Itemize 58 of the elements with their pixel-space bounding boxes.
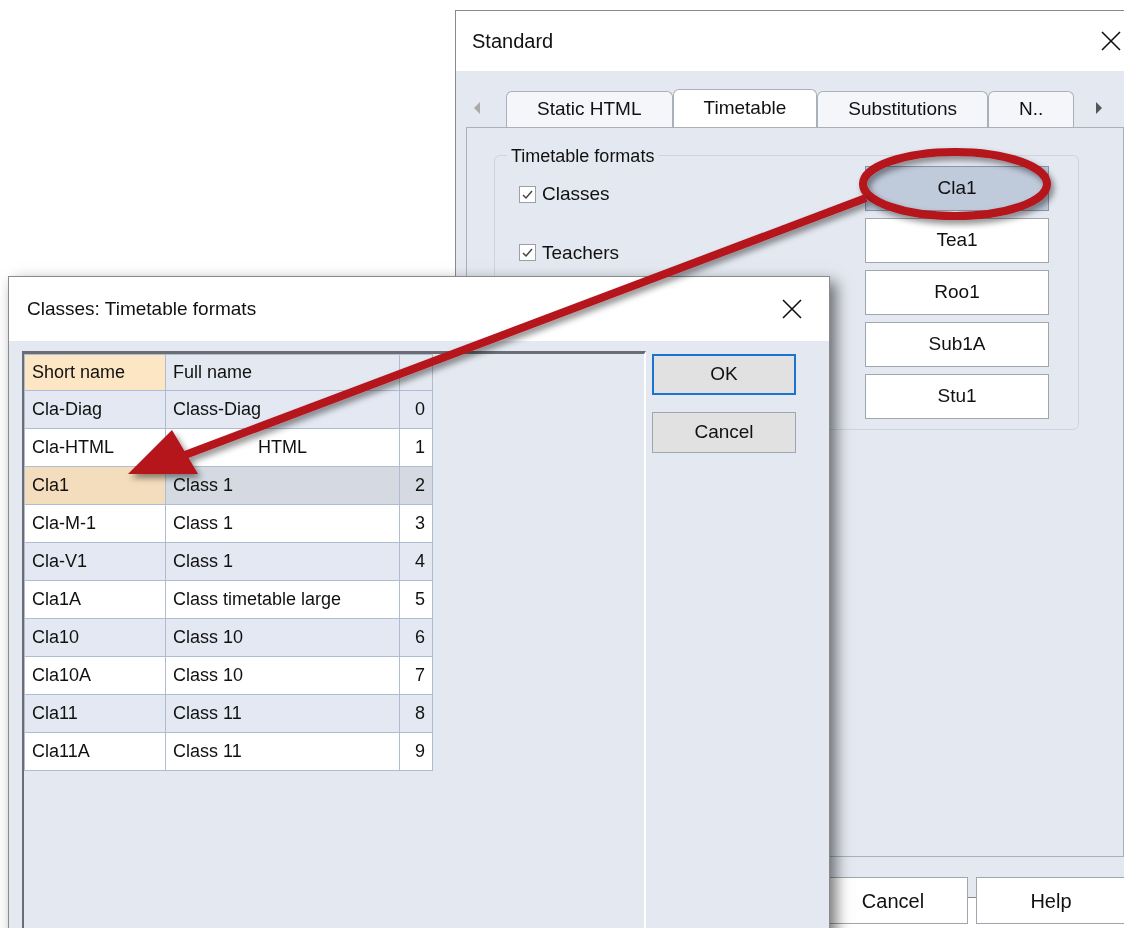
- checkmark-icon: [521, 246, 534, 260]
- format-button[interactable]: Tea1: [865, 218, 1049, 263]
- table-cell: Class 11: [165, 732, 400, 771]
- table-cell: 9: [399, 732, 433, 771]
- table-cell: Cla10: [24, 618, 166, 657]
- table-cell: Cla11: [24, 694, 166, 733]
- checkbox[interactable]: [519, 244, 536, 262]
- close-icon[interactable]: [1100, 30, 1122, 52]
- tab[interactable]: Substitutions: [817, 91, 989, 127]
- window-title: Classes: Timetable formats: [27, 296, 257, 321]
- table-cell: Cla11A: [24, 732, 166, 771]
- table-row[interactable]: Cla1A Class timetable large 5: [24, 580, 433, 619]
- format-button[interactable]: Sub1A: [865, 322, 1049, 367]
- column-header[interactable]: Full name: [165, 354, 400, 391]
- close-icon[interactable]: [781, 298, 803, 320]
- window-title: Standard: [472, 29, 554, 54]
- tab[interactable]: N..: [988, 91, 1075, 127]
- table-cell: Cla-V1: [24, 542, 166, 581]
- table-cell: Class timetable large: [165, 580, 400, 619]
- format-button[interactable]: Stu1: [865, 374, 1049, 419]
- table-row[interactable]: Cla10 Class 10 6: [24, 618, 433, 657]
- table-cell: Cla10A: [24, 656, 166, 695]
- tab[interactable]: Static HTML: [506, 91, 673, 127]
- table-cell: 2: [399, 466, 433, 505]
- table-cell: Class 10: [165, 618, 400, 657]
- table-cell: Class 1: [165, 504, 400, 543]
- table-cell: 8: [399, 694, 433, 733]
- table-cell: Class-Diag: [165, 390, 400, 429]
- table-cell: 3: [399, 504, 433, 543]
- checkbox-label: Classes: [542, 182, 610, 206]
- table-cell: 5: [399, 580, 433, 619]
- table-row[interactable]: Cla-V1 Class 1 4: [24, 542, 433, 581]
- table-cell: Cla-Diag: [24, 390, 166, 429]
- table-cell: 6: [399, 618, 433, 657]
- table-row[interactable]: Cla-M-1 Class 1 3: [24, 504, 433, 543]
- table-row[interactable]: Cla11 Class 11 8: [24, 694, 433, 733]
- dialog-button[interactable]: Cancel: [652, 412, 796, 453]
- dialog-button[interactable]: Help: [976, 877, 1124, 924]
- table-cell: 4: [399, 542, 433, 581]
- table-cell: Cla1: [24, 466, 166, 505]
- column-header[interactable]: Short name: [24, 354, 166, 391]
- table-cell: 1: [399, 428, 433, 467]
- checkbox[interactable]: [519, 185, 536, 203]
- table-cell: Cla1A: [24, 580, 166, 619]
- dialog-button[interactable]: OK: [652, 354, 796, 395]
- table-cell: Class 11: [165, 694, 400, 733]
- table-cell: 0: [399, 390, 433, 429]
- table-cell: Cla-M-1: [24, 504, 166, 543]
- format-button[interactable]: Roo1: [865, 270, 1049, 315]
- table-cell: Class 1: [165, 542, 400, 581]
- table-row[interactable]: Cla11A Class 11 9: [24, 732, 433, 771]
- tab[interactable]: Timetable: [672, 89, 818, 127]
- table-row[interactable]: Cla10A Class 10 7: [24, 656, 433, 695]
- table-cell: 7: [399, 656, 433, 695]
- scroll-right-icon[interactable]: [1094, 101, 1105, 115]
- checkbox-label: Teachers: [542, 240, 620, 265]
- table-cell: Class 10: [165, 656, 400, 695]
- table-row[interactable]: Cla1 Class 1 2: [24, 466, 433, 505]
